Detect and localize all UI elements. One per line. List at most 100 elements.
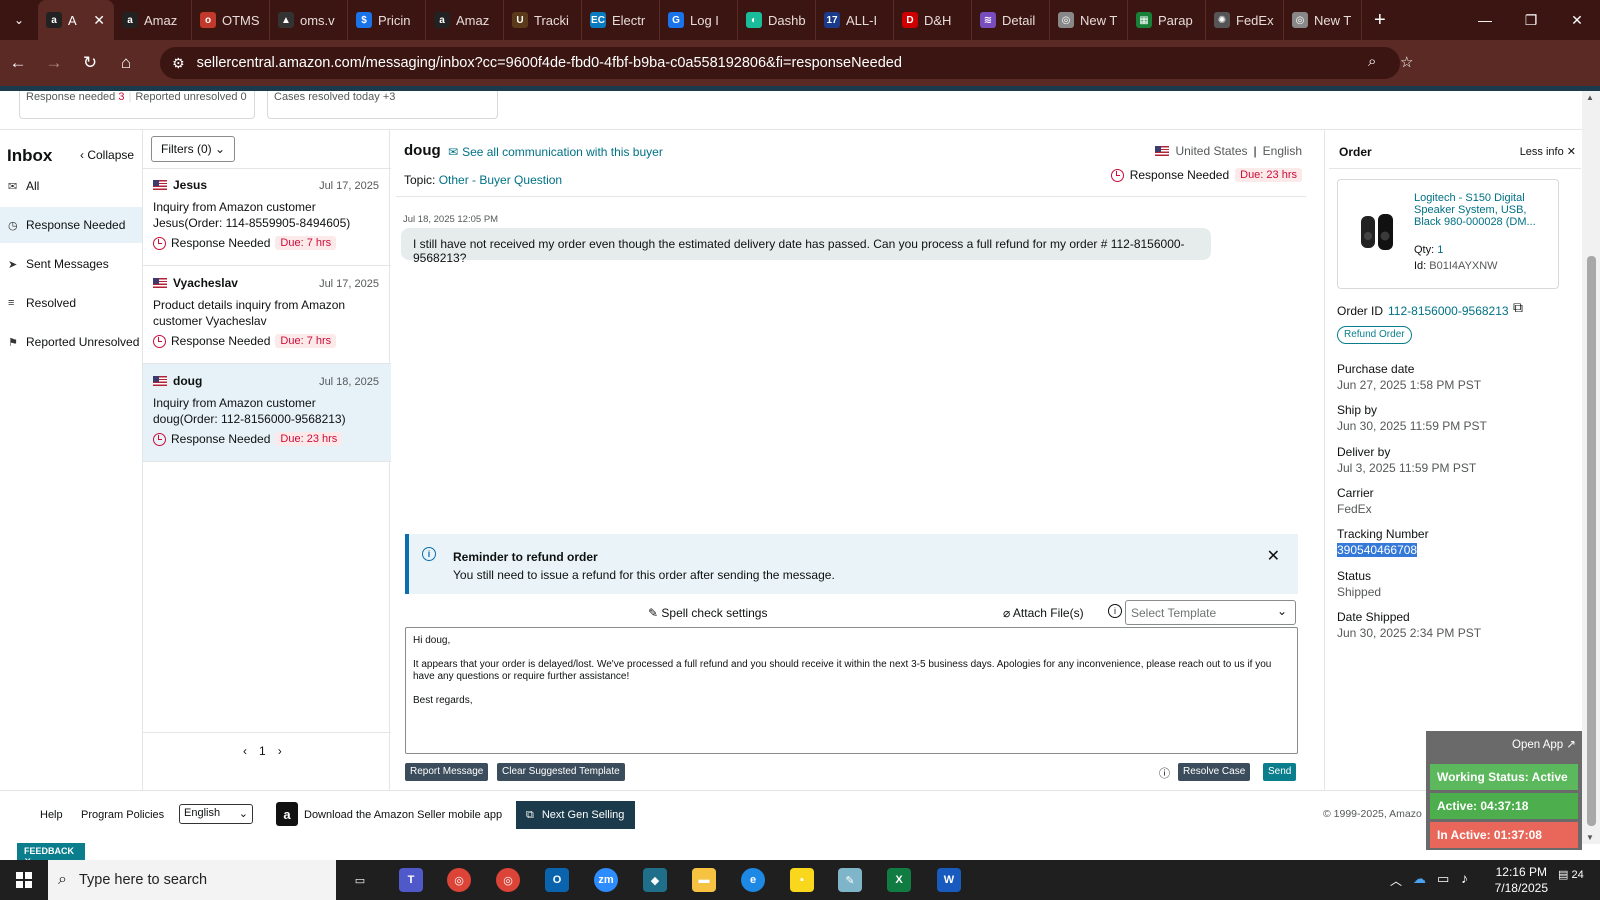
bookmark-star-icon[interactable]: ☆ xyxy=(1400,53,1413,71)
product-title-link[interactable]: Logitech - S150 Digital Speaker System, … xyxy=(1414,192,1552,228)
task-view-icon[interactable]: ▭ xyxy=(348,868,372,892)
reply-textarea[interactable]: Hi doug, It appears that your order is d… xyxy=(405,627,1298,754)
outlook-icon[interactable]: O xyxy=(545,868,569,892)
teams-icon[interactable]: T xyxy=(399,868,423,892)
network-icon[interactable]: ▭ xyxy=(1437,871,1449,887)
topic-link[interactable]: Other - Buyer Question xyxy=(439,173,562,187)
inactive-timer: In Active: 01:37:08 xyxy=(1430,822,1578,848)
chrome-profile-icon[interactable]: ◎ xyxy=(496,868,520,892)
browser-tab[interactable]: $ Pricin xyxy=(348,0,426,40)
browser-tab[interactable]: ✺ FedEx xyxy=(1206,0,1284,40)
zoom-app-icon[interactable]: zm xyxy=(594,868,618,892)
forward-icon[interactable]: → xyxy=(36,40,72,86)
template-info-icon[interactable]: i xyxy=(1108,604,1122,618)
browser-tab[interactable]: U Tracki xyxy=(504,0,582,40)
next-gen-selling-button[interactable]: ⧉ Next Gen Selling xyxy=(516,801,635,829)
browser-tab[interactable]: ◎ New T xyxy=(1284,0,1362,40)
scroll-down-icon[interactable]: ▼ xyxy=(1586,833,1594,842)
close-window-icon[interactable]: ✕ xyxy=(1554,0,1600,40)
see-all-communication-link[interactable]: ✉ See all communication with this buyer xyxy=(448,145,663,159)
browser-tab[interactable]: a Amaz xyxy=(426,0,504,40)
site-settings-icon[interactable]: ⚙ xyxy=(172,55,185,72)
template-select[interactable]: Select Template ⌄ xyxy=(1125,600,1296,625)
program-policies-link[interactable]: Program Policies xyxy=(81,809,164,821)
copy-icon[interactable]: ⧉ xyxy=(1513,299,1523,316)
attach-files-button[interactable]: ⌀ Attach File(s) xyxy=(1003,606,1084,620)
resolve-info-icon[interactable]: ⓘ xyxy=(1159,765,1170,781)
browser-tab[interactable]: a Amaz xyxy=(114,0,192,40)
message-list-item[interactable]: Vyacheslav Jul 17, 2025 Product details … xyxy=(143,266,391,364)
taskbar-search[interactable]: ⌕ Type here to search xyxy=(48,860,336,900)
restore-icon[interactable]: ❐ xyxy=(1508,0,1554,40)
stats-card-response[interactable]: Response needed 3 | Reported unresolved … xyxy=(19,91,255,119)
download-app-link[interactable]: Download the Amazon Seller mobile app xyxy=(304,809,502,821)
sticky-notes-icon[interactable]: ▪ xyxy=(790,868,814,892)
browser-tab[interactable]: G Log I xyxy=(660,0,738,40)
notepad-icon[interactable]: ✎ xyxy=(838,868,862,892)
reload-icon[interactable]: ↻ xyxy=(72,40,108,86)
app-icon[interactable]: ◆ xyxy=(643,868,667,892)
windows-start-icon[interactable] xyxy=(0,860,48,900)
resolve-case-button[interactable]: Resolve Case xyxy=(1178,763,1251,781)
close-icon[interactable]: ✕ xyxy=(1267,546,1280,566)
close-tab-icon[interactable]: ✕ xyxy=(93,12,105,29)
browser-tab[interactable]: o OTMS xyxy=(192,0,270,40)
minimize-icon[interactable]: — xyxy=(1462,0,1508,40)
chrome-icon[interactable]: ◎ xyxy=(447,868,471,892)
new-tab-button[interactable]: + xyxy=(1362,9,1398,32)
stats-card-cases[interactable]: Cases resolved today +3 xyxy=(267,91,498,119)
message-list-item[interactable]: doug Jul 18, 2025 Inquiry from Amazon cu… xyxy=(143,364,391,462)
browser-tab[interactable]: ≋ Detail xyxy=(972,0,1050,40)
home-icon[interactable]: ⌂ xyxy=(108,40,144,86)
excel-icon[interactable]: X xyxy=(887,868,911,892)
nav-item-all[interactable]: ✉ All xyxy=(0,168,142,204)
nav-item-reported-unresolved[interactable]: ⚑ Reported Unresolved xyxy=(0,324,142,360)
order-id-link[interactable]: 112-8156000-9568213 xyxy=(1388,304,1509,318)
browser-tab[interactable]: EC Electr xyxy=(582,0,660,40)
prev-page-icon[interactable]: ‹ xyxy=(243,744,247,758)
browser-tab[interactable]: a A ✕ xyxy=(38,0,114,40)
browser-tab[interactable]: D D&H xyxy=(894,0,972,40)
browser-tab[interactable]: ◎ New T xyxy=(1050,0,1128,40)
nav-item-response-needed[interactable]: ◷ Response Needed xyxy=(0,207,142,243)
report-message-button[interactable]: Report Message xyxy=(405,763,489,781)
less-info-button[interactable]: Less info ✕ xyxy=(1520,145,1576,158)
edge-icon[interactable]: e xyxy=(741,868,765,892)
feedback-button[interactable]: FEEDBACK ✕ xyxy=(17,843,85,866)
url-bar[interactable]: ⚙ sellercentral.amazon.com/messaging/inb… xyxy=(160,47,1413,79)
browser-tab[interactable]: ▲ oms.v xyxy=(270,0,348,40)
file-explorer-icon[interactable]: ▬ xyxy=(692,868,716,892)
message-date: Jul 17, 2025 xyxy=(319,180,379,192)
nav-item-resolved[interactable]: ≡ Resolved xyxy=(0,285,142,321)
clear-suggested-template-button[interactable]: Clear Suggested Template xyxy=(497,763,625,781)
browser-tab[interactable]: ▦ Parap xyxy=(1128,0,1206,40)
filters-button[interactable]: Filters (0) ⌄ xyxy=(151,136,236,162)
collapse-button[interactable]: ‹ Collapse xyxy=(80,148,134,162)
tray-chevron-icon[interactable]: ︿ xyxy=(1390,872,1402,889)
notifications-icon[interactable]: ▤ 24 xyxy=(1558,868,1584,881)
word-icon[interactable]: W xyxy=(937,868,961,892)
system-clock[interactable]: 12:16 PM 7/18/2025 xyxy=(1495,864,1548,896)
browser-tab[interactable]: 17 ALL-I xyxy=(816,0,894,40)
send-button[interactable]: Send xyxy=(1263,763,1297,781)
volume-icon[interactable]: ♪ xyxy=(1461,870,1468,886)
spell-check-settings-button[interactable]: ✎ Spell check settings xyxy=(648,606,767,620)
refund-order-button[interactable]: Refund Order xyxy=(1337,326,1412,344)
open-app-button[interactable]: Open App ↗ xyxy=(1512,737,1576,751)
onedrive-icon[interactable]: ☁ xyxy=(1413,871,1426,887)
amazon-app-icon: a xyxy=(276,802,298,826)
nav-item-sent-messages[interactable]: ➤ Sent Messages xyxy=(0,246,142,282)
scrollbar-thumb[interactable] xyxy=(1587,256,1596,826)
back-icon[interactable]: ← xyxy=(0,40,36,86)
order-field: Status Shipped xyxy=(1337,569,1381,599)
language-select[interactable]: English ⌄ xyxy=(179,804,253,824)
zoom-icon[interactable]: ⌕ xyxy=(1368,53,1376,70)
scroll-up-icon[interactable]: ▲ xyxy=(1586,93,1594,102)
tab-search-chevron-icon[interactable]: ⌄ xyxy=(0,0,38,40)
page-scrollbar[interactable]: ▲ ▼ xyxy=(1582,91,1600,844)
browser-tab[interactable]: ◐ Dashb xyxy=(738,0,816,40)
help-link[interactable]: Help xyxy=(40,809,63,821)
message-list-item[interactable]: Jesus Jul 17, 2025 Inquiry from Amazon c… xyxy=(143,168,391,266)
next-page-icon[interactable]: › xyxy=(278,744,282,758)
page-number[interactable]: 1 xyxy=(259,744,266,758)
